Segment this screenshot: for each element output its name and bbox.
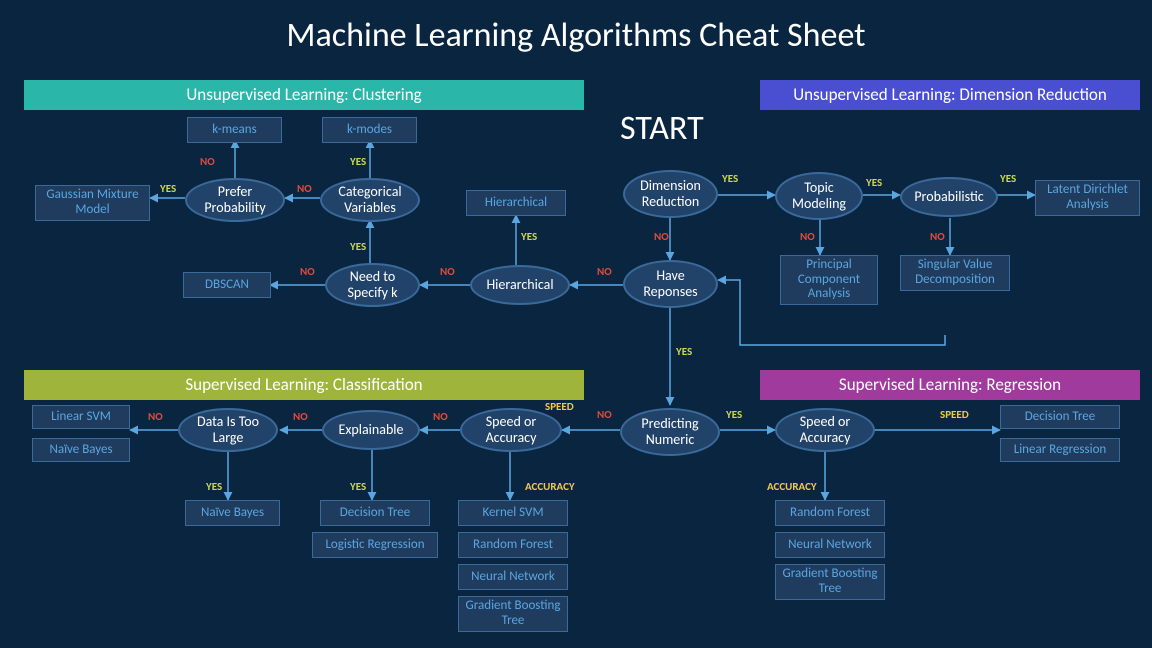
lbl-no: NO bbox=[597, 408, 612, 421]
decision-explainable: Explainable bbox=[322, 410, 420, 450]
algo-kernel-svm: Kernel SVM bbox=[458, 500, 568, 526]
lbl-no: NO bbox=[654, 230, 669, 243]
lbl-no: NO bbox=[300, 265, 315, 278]
lbl-yes: YES bbox=[350, 155, 366, 168]
decision-categorical-variables: Categorical Variables bbox=[320, 178, 420, 222]
lbl-yes: YES bbox=[722, 172, 738, 185]
algo-naive-bayes-1: Naïve Bayes bbox=[32, 438, 130, 462]
algo-neural-network-c: Neural Network bbox=[458, 564, 568, 590]
lbl-no: NO bbox=[148, 410, 163, 423]
lbl-no: NO bbox=[440, 265, 455, 278]
section-header-regression: Supervised Learning: Regression bbox=[760, 370, 1140, 400]
lbl-yes: YES bbox=[160, 182, 176, 195]
lbl-yes: YES bbox=[206, 480, 222, 493]
lbl-speed: SPEED bbox=[545, 400, 574, 413]
decision-have-responses: Have Reponses bbox=[623, 260, 718, 308]
lbl-accuracy: ACCURACY bbox=[525, 480, 575, 493]
algo-latent-dirichlet: Latent Dirichlet Analysis bbox=[1035, 180, 1140, 216]
lbl-no: NO bbox=[930, 230, 945, 243]
algo-linear-svm: Linear SVM bbox=[32, 405, 130, 429]
decision-probabilistic: Probabilistic bbox=[900, 177, 998, 217]
lbl-yes: YES bbox=[676, 345, 692, 358]
lbl-accuracy: ACCURACY bbox=[767, 480, 817, 493]
algo-svd: Singular Value Decomposition bbox=[900, 255, 1010, 291]
algo-decision-tree-r: Decision Tree bbox=[1000, 405, 1120, 429]
algo-dbscan: DBSCAN bbox=[183, 272, 271, 298]
lbl-no: NO bbox=[293, 410, 308, 423]
decision-predicting-numeric: Predicting Numeric bbox=[620, 408, 720, 456]
section-header-classification: Supervised Learning: Classification bbox=[24, 370, 584, 400]
lbl-yes: YES bbox=[521, 230, 537, 243]
algo-naive-bayes-2: Naïve Bayes bbox=[185, 500, 280, 526]
page-title: Machine Learning Algorithms Cheat Sheet bbox=[0, 15, 1152, 56]
decision-topic-modeling: Topic Modeling bbox=[775, 172, 863, 220]
lbl-yes: YES bbox=[350, 480, 366, 493]
algo-kmeans: k-means bbox=[187, 117, 282, 143]
lbl-no: NO bbox=[433, 410, 448, 423]
lbl-no: NO bbox=[200, 155, 215, 168]
lbl-speed: SPEED bbox=[940, 408, 969, 421]
lbl-yes: YES bbox=[1000, 172, 1016, 185]
lbl-yes: YES bbox=[866, 176, 882, 189]
lbl-no: NO bbox=[597, 265, 612, 278]
lbl-yes: YES bbox=[350, 240, 366, 253]
algo-logistic-regression: Logistic Regression bbox=[312, 532, 438, 558]
algo-random-forest-c: Random Forest bbox=[458, 532, 568, 558]
lbl-no: NO bbox=[800, 230, 815, 243]
decision-hierarchical: Hierarchical bbox=[470, 265, 570, 305]
algo-random-forest-r: Random Forest bbox=[775, 500, 885, 526]
section-header-clustering: Unsupervised Learning: Clustering bbox=[24, 80, 584, 110]
decision-prefer-probability: Prefer Probability bbox=[185, 178, 285, 222]
algo-gradient-boosting-c: Gradient Boosting Tree bbox=[458, 596, 568, 632]
algo-gaussian-mixture: Gaussian Mixture Model bbox=[35, 185, 150, 221]
decision-speed-accuracy-class: Speed or Accuracy bbox=[460, 408, 562, 452]
algo-linear-regression: Linear Regression bbox=[1000, 438, 1120, 462]
lbl-no: NO bbox=[297, 182, 312, 195]
start-label: START bbox=[620, 108, 704, 149]
decision-data-too-large: Data Is Too Large bbox=[178, 408, 278, 452]
decision-speed-accuracy-regr: Speed or Accuracy bbox=[775, 408, 875, 452]
algo-hierarchical: Hierarchical bbox=[466, 190, 566, 216]
decision-need-specify-k: Need to Specify k bbox=[325, 263, 420, 307]
algo-decision-tree-c: Decision Tree bbox=[320, 500, 430, 526]
algo-kmodes: k-modes bbox=[322, 117, 417, 143]
algo-pca: Principal Component Analysis bbox=[780, 255, 878, 305]
algo-gradient-boosting-r: Gradient Boosting Tree bbox=[775, 564, 885, 600]
lbl-yes: YES bbox=[726, 408, 742, 421]
algo-neural-network-r: Neural Network bbox=[775, 532, 885, 558]
decision-dimension-reduction: Dimension Reduction bbox=[623, 170, 718, 218]
section-header-dimred: Unsupervised Learning: Dimension Reducti… bbox=[760, 80, 1140, 110]
